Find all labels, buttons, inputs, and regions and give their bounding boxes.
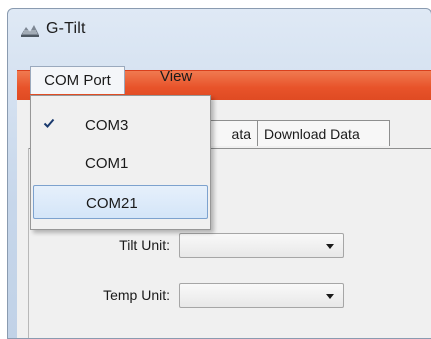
com-port-dropdown: COM3 COM1 COM21 — [30, 95, 211, 230]
menu-item-label: COM3 — [85, 117, 129, 134]
temp-unit-select[interactable] — [179, 283, 344, 308]
menu-item-label: COM1 — [85, 155, 129, 172]
temp-unit-label: Temp Unit: — [103, 287, 170, 303]
g-tilt-app-icon — [21, 25, 39, 37]
menu-item-com21[interactable]: COM21 — [33, 185, 208, 219]
menu-item-com3[interactable]: COM3 — [33, 108, 208, 142]
menu-item-com1[interactable]: COM1 — [33, 146, 208, 180]
check-icon — [43, 118, 55, 128]
chevron-down-icon — [326, 244, 334, 249]
tab-panel-left-border — [28, 148, 29, 338]
menu-view[interactable]: View — [152, 64, 200, 90]
title-bar[interactable]: G-Tilt — [8, 9, 431, 49]
menu-com-port[interactable]: COM Port — [30, 66, 125, 94]
tilt-unit-label: Tilt Unit: — [119, 237, 170, 253]
tilt-unit-select[interactable] — [179, 233, 344, 258]
window-title: G-Tilt — [46, 20, 86, 37]
chevron-down-icon — [326, 294, 334, 299]
tab-download-data[interactable]: Download Data — [257, 120, 390, 146]
menu-item-label: COM21 — [86, 195, 138, 212]
